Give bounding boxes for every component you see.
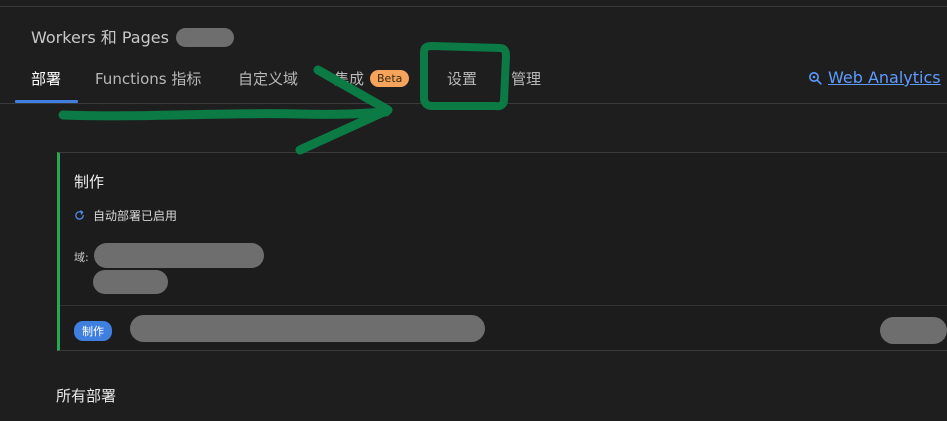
active-tab-indicator — [15, 100, 78, 103]
page-root: Workers 和 Pages 部署 Functions 指标 自定义域 集成 B… — [0, 0, 947, 421]
tab-deployments[interactable]: 部署 — [31, 68, 61, 89]
refresh-icon — [75, 210, 84, 220]
web-analytics-link[interactable]: Web Analytics — [808, 68, 941, 87]
production-badge: 制作 — [74, 321, 112, 341]
tab-functions-metrics[interactable]: Functions 指标 — [95, 68, 201, 89]
domain-label: 域: — [74, 251, 89, 264]
tab-manage[interactable]: 管理 — [511, 68, 541, 89]
beta-badge: Beta — [370, 70, 410, 87]
redacted-deployment-time — [880, 317, 947, 344]
redacted-domain-2 — [93, 270, 168, 294]
tab-settings[interactable]: 设置 — [447, 68, 477, 89]
breadcrumb: Workers 和 Pages — [31, 24, 169, 48]
tab-integrations[interactable]: 集成 Beta — [334, 68, 410, 89]
redacted-domain-1 — [94, 243, 264, 268]
all-deployments-title: 所有部署 — [56, 387, 117, 405]
auto-deploy-status: 自动部署已启用 — [74, 207, 177, 224]
tab-custom-domains[interactable]: 自定义域 — [238, 68, 298, 89]
web-analytics-label: Web Analytics — [828, 68, 941, 87]
breadcrumb-label: Workers 和 Pages — [31, 28, 169, 47]
top-divider — [0, 6, 947, 7]
annotation-arrow-shaft — [58, 107, 391, 121]
redacted-deployment-info — [130, 315, 485, 342]
tab-bar: 部署 Functions 指标 自定义域 集成 Beta 设置 管理 Web An… — [0, 56, 947, 104]
production-title: 制作 — [74, 173, 105, 191]
search-icon — [809, 71, 822, 85]
redacted-project-name — [176, 28, 234, 47]
auto-deploy-label: 自动部署已启用 — [93, 209, 178, 223]
card-divider — [60, 305, 947, 306]
